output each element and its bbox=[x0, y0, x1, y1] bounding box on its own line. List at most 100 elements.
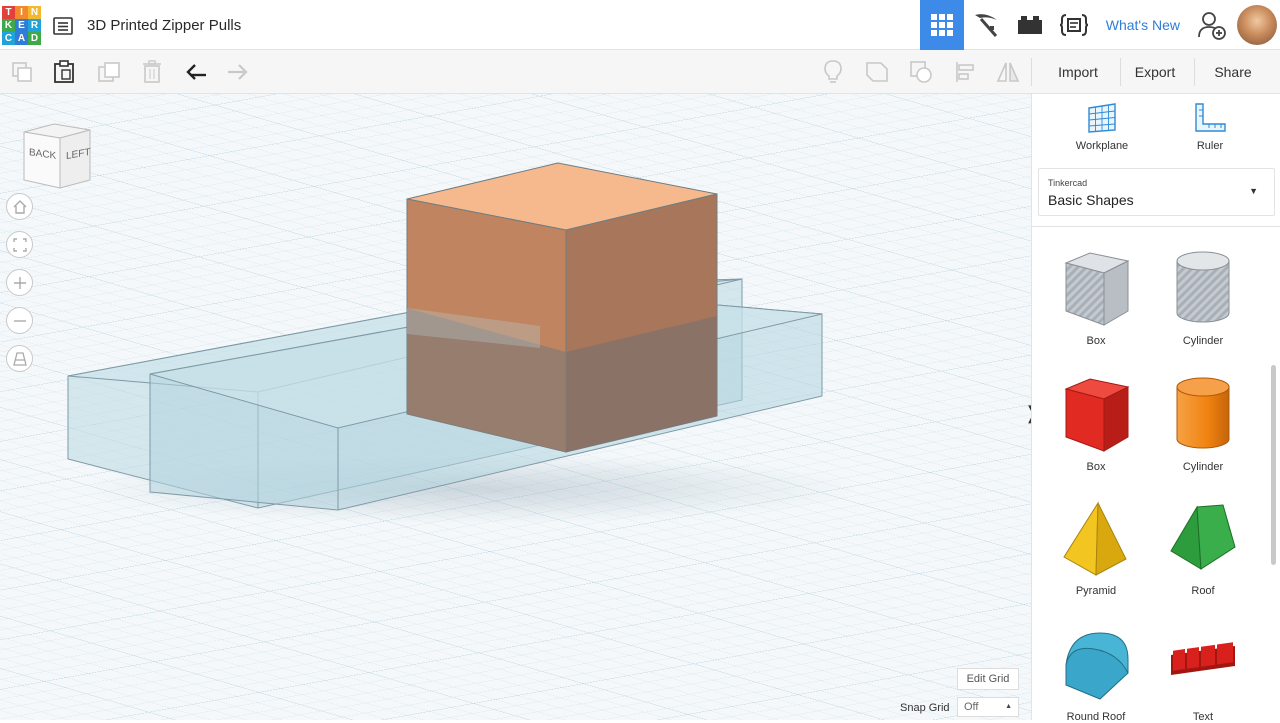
roof-icon bbox=[1170, 504, 1236, 570]
shape-label: Text bbox=[1192, 711, 1214, 723]
logo-letter: R bbox=[28, 19, 41, 32]
redo-icon bbox=[228, 64, 248, 80]
ruler-icon bbox=[1195, 103, 1226, 132]
delete-button[interactable] bbox=[140, 60, 164, 84]
zoom-in-button[interactable] bbox=[6, 269, 33, 296]
library-name: Basic Shapes bbox=[1048, 192, 1134, 208]
group-icon bbox=[866, 62, 888, 82]
mirror-icon bbox=[996, 62, 1020, 82]
snap-grid-value: Off bbox=[964, 701, 979, 713]
snap-grid-label: Snap Grid bbox=[900, 702, 950, 714]
bricks-button[interactable] bbox=[1008, 0, 1052, 50]
align-icon bbox=[956, 62, 974, 82]
whats-new-link[interactable]: What's New bbox=[1096, 0, 1190, 50]
shape-label: Round Roof bbox=[1066, 711, 1126, 723]
box-solid-icon bbox=[1064, 378, 1130, 452]
shape-roof[interactable]: Roof bbox=[1158, 499, 1248, 597]
snap-grid-select[interactable]: Off ▲ bbox=[957, 697, 1019, 717]
mirror-button[interactable] bbox=[996, 60, 1020, 84]
logo-letter: N bbox=[28, 6, 41, 19]
design-title[interactable]: 3D Printed Zipper Pulls bbox=[87, 17, 241, 34]
tinkercad-logo[interactable]: T I N K E R C A D bbox=[2, 6, 42, 46]
codeblocks-icon bbox=[1059, 14, 1088, 36]
round-roof-icon bbox=[1065, 632, 1129, 700]
pyramid-icon bbox=[1063, 501, 1127, 576]
3d-view-button[interactable] bbox=[919, 0, 964, 50]
group-button[interactable] bbox=[865, 60, 889, 84]
shape-label: Pyramid bbox=[1075, 585, 1117, 597]
view-cube[interactable]: BACK LEFT bbox=[20, 122, 94, 197]
shape-label: Cylinder bbox=[1182, 461, 1224, 473]
text-3d-icon bbox=[1171, 642, 1235, 675]
lightbulb-icon bbox=[824, 60, 842, 83]
panel-scrollbar[interactable] bbox=[1271, 365, 1276, 565]
shape-pyramid[interactable]: Pyramid bbox=[1051, 499, 1141, 597]
shape-cylinder-hole[interactable]: Cylinder bbox=[1158, 249, 1248, 347]
chevron-up-icon: ▲ bbox=[1005, 703, 1012, 710]
export-button[interactable]: Export bbox=[1122, 57, 1188, 87]
3d-view-grid-icon bbox=[930, 14, 953, 36]
duplicate-button[interactable] bbox=[97, 60, 121, 84]
toolbar-divider bbox=[1031, 58, 1032, 86]
shape-cylinder-solid[interactable]: Cylinder bbox=[1158, 375, 1248, 473]
logo-letter: C bbox=[2, 32, 15, 45]
shape-round-roof[interactable]: Round Roof bbox=[1051, 625, 1141, 723]
undo-icon bbox=[186, 64, 206, 80]
logo-letter: A bbox=[15, 32, 28, 45]
home-icon bbox=[13, 199, 26, 214]
edit-grid-button[interactable]: Edit Grid bbox=[957, 668, 1019, 690]
logo-letter: I bbox=[15, 6, 28, 19]
solid-box-orange[interactable] bbox=[406, 162, 718, 453]
shape-label: Cylinder bbox=[1182, 335, 1224, 347]
plus-icon bbox=[13, 276, 26, 289]
codeblocks-button[interactable] bbox=[1052, 0, 1096, 50]
import-button[interactable]: Import bbox=[1042, 57, 1114, 87]
user-avatar[interactable] bbox=[1237, 5, 1277, 45]
copy-icon bbox=[12, 62, 32, 82]
copy-button[interactable] bbox=[10, 60, 34, 84]
add-user-button[interactable] bbox=[1190, 0, 1234, 50]
minecraft-button[interactable] bbox=[964, 0, 1008, 50]
design-list-icon[interactable] bbox=[53, 17, 73, 35]
paste-button[interactable] bbox=[52, 60, 76, 84]
shape-label: Box bbox=[1086, 335, 1106, 347]
ruler-button[interactable]: Ruler bbox=[1175, 102, 1245, 152]
home-view-button[interactable] bbox=[6, 193, 33, 220]
toolbar-divider bbox=[1194, 58, 1195, 86]
pickaxe-icon bbox=[974, 14, 997, 37]
3d-viewport[interactable]: BACK LEFT Edit Grid Snap Grid Off ▲ bbox=[0, 94, 1031, 720]
bricks-icon bbox=[1017, 16, 1042, 34]
workplane-canvas[interactable] bbox=[0, 94, 1031, 720]
shape-box-solid[interactable]: Box bbox=[1051, 375, 1141, 473]
shape-library-select[interactable]: Tinkercad Basic Shapes ▼ bbox=[1038, 168, 1275, 216]
shapes-panel: Workplane Ruler Tinkercad Basic Shapes ▼… bbox=[1031, 94, 1280, 723]
shape-label: Roof bbox=[1191, 585, 1215, 597]
align-button[interactable] bbox=[954, 60, 978, 84]
shape-label: Box bbox=[1086, 461, 1106, 473]
library-source-label: Tinkercad bbox=[1048, 178, 1088, 188]
cylinder-hole-icon bbox=[1176, 251, 1230, 323]
shape-text[interactable]: Text bbox=[1158, 625, 1248, 723]
redo-button[interactable] bbox=[226, 60, 250, 84]
logo-letter: E bbox=[15, 19, 28, 32]
logo-letter: K bbox=[2, 19, 15, 32]
duplicate-icon bbox=[98, 62, 120, 82]
perspective-button[interactable] bbox=[6, 345, 33, 372]
zoom-out-button[interactable] bbox=[6, 307, 33, 334]
shape-grid: Box Cylinder Box Cylinder Pyramid Roof R… bbox=[1032, 226, 1280, 723]
logo-letter: T bbox=[2, 6, 15, 19]
trash-icon bbox=[143, 60, 161, 83]
edit-toolbar: Import Export Share bbox=[0, 50, 1280, 94]
workplane-button[interactable]: Workplane bbox=[1067, 102, 1137, 152]
undo-button[interactable] bbox=[184, 60, 208, 84]
workplane-icon bbox=[1088, 103, 1116, 133]
workplane-label: Workplane bbox=[1075, 140, 1129, 152]
shape-box-hole[interactable]: Box bbox=[1051, 249, 1141, 347]
share-button[interactable]: Share bbox=[1196, 57, 1270, 87]
ungroup-button[interactable] bbox=[909, 60, 933, 84]
toolbar-divider bbox=[1120, 58, 1121, 86]
fit-view-button[interactable] bbox=[6, 231, 33, 258]
minus-icon bbox=[13, 319, 26, 322]
note-button[interactable] bbox=[821, 60, 845, 84]
logo-letter: D bbox=[28, 32, 41, 45]
